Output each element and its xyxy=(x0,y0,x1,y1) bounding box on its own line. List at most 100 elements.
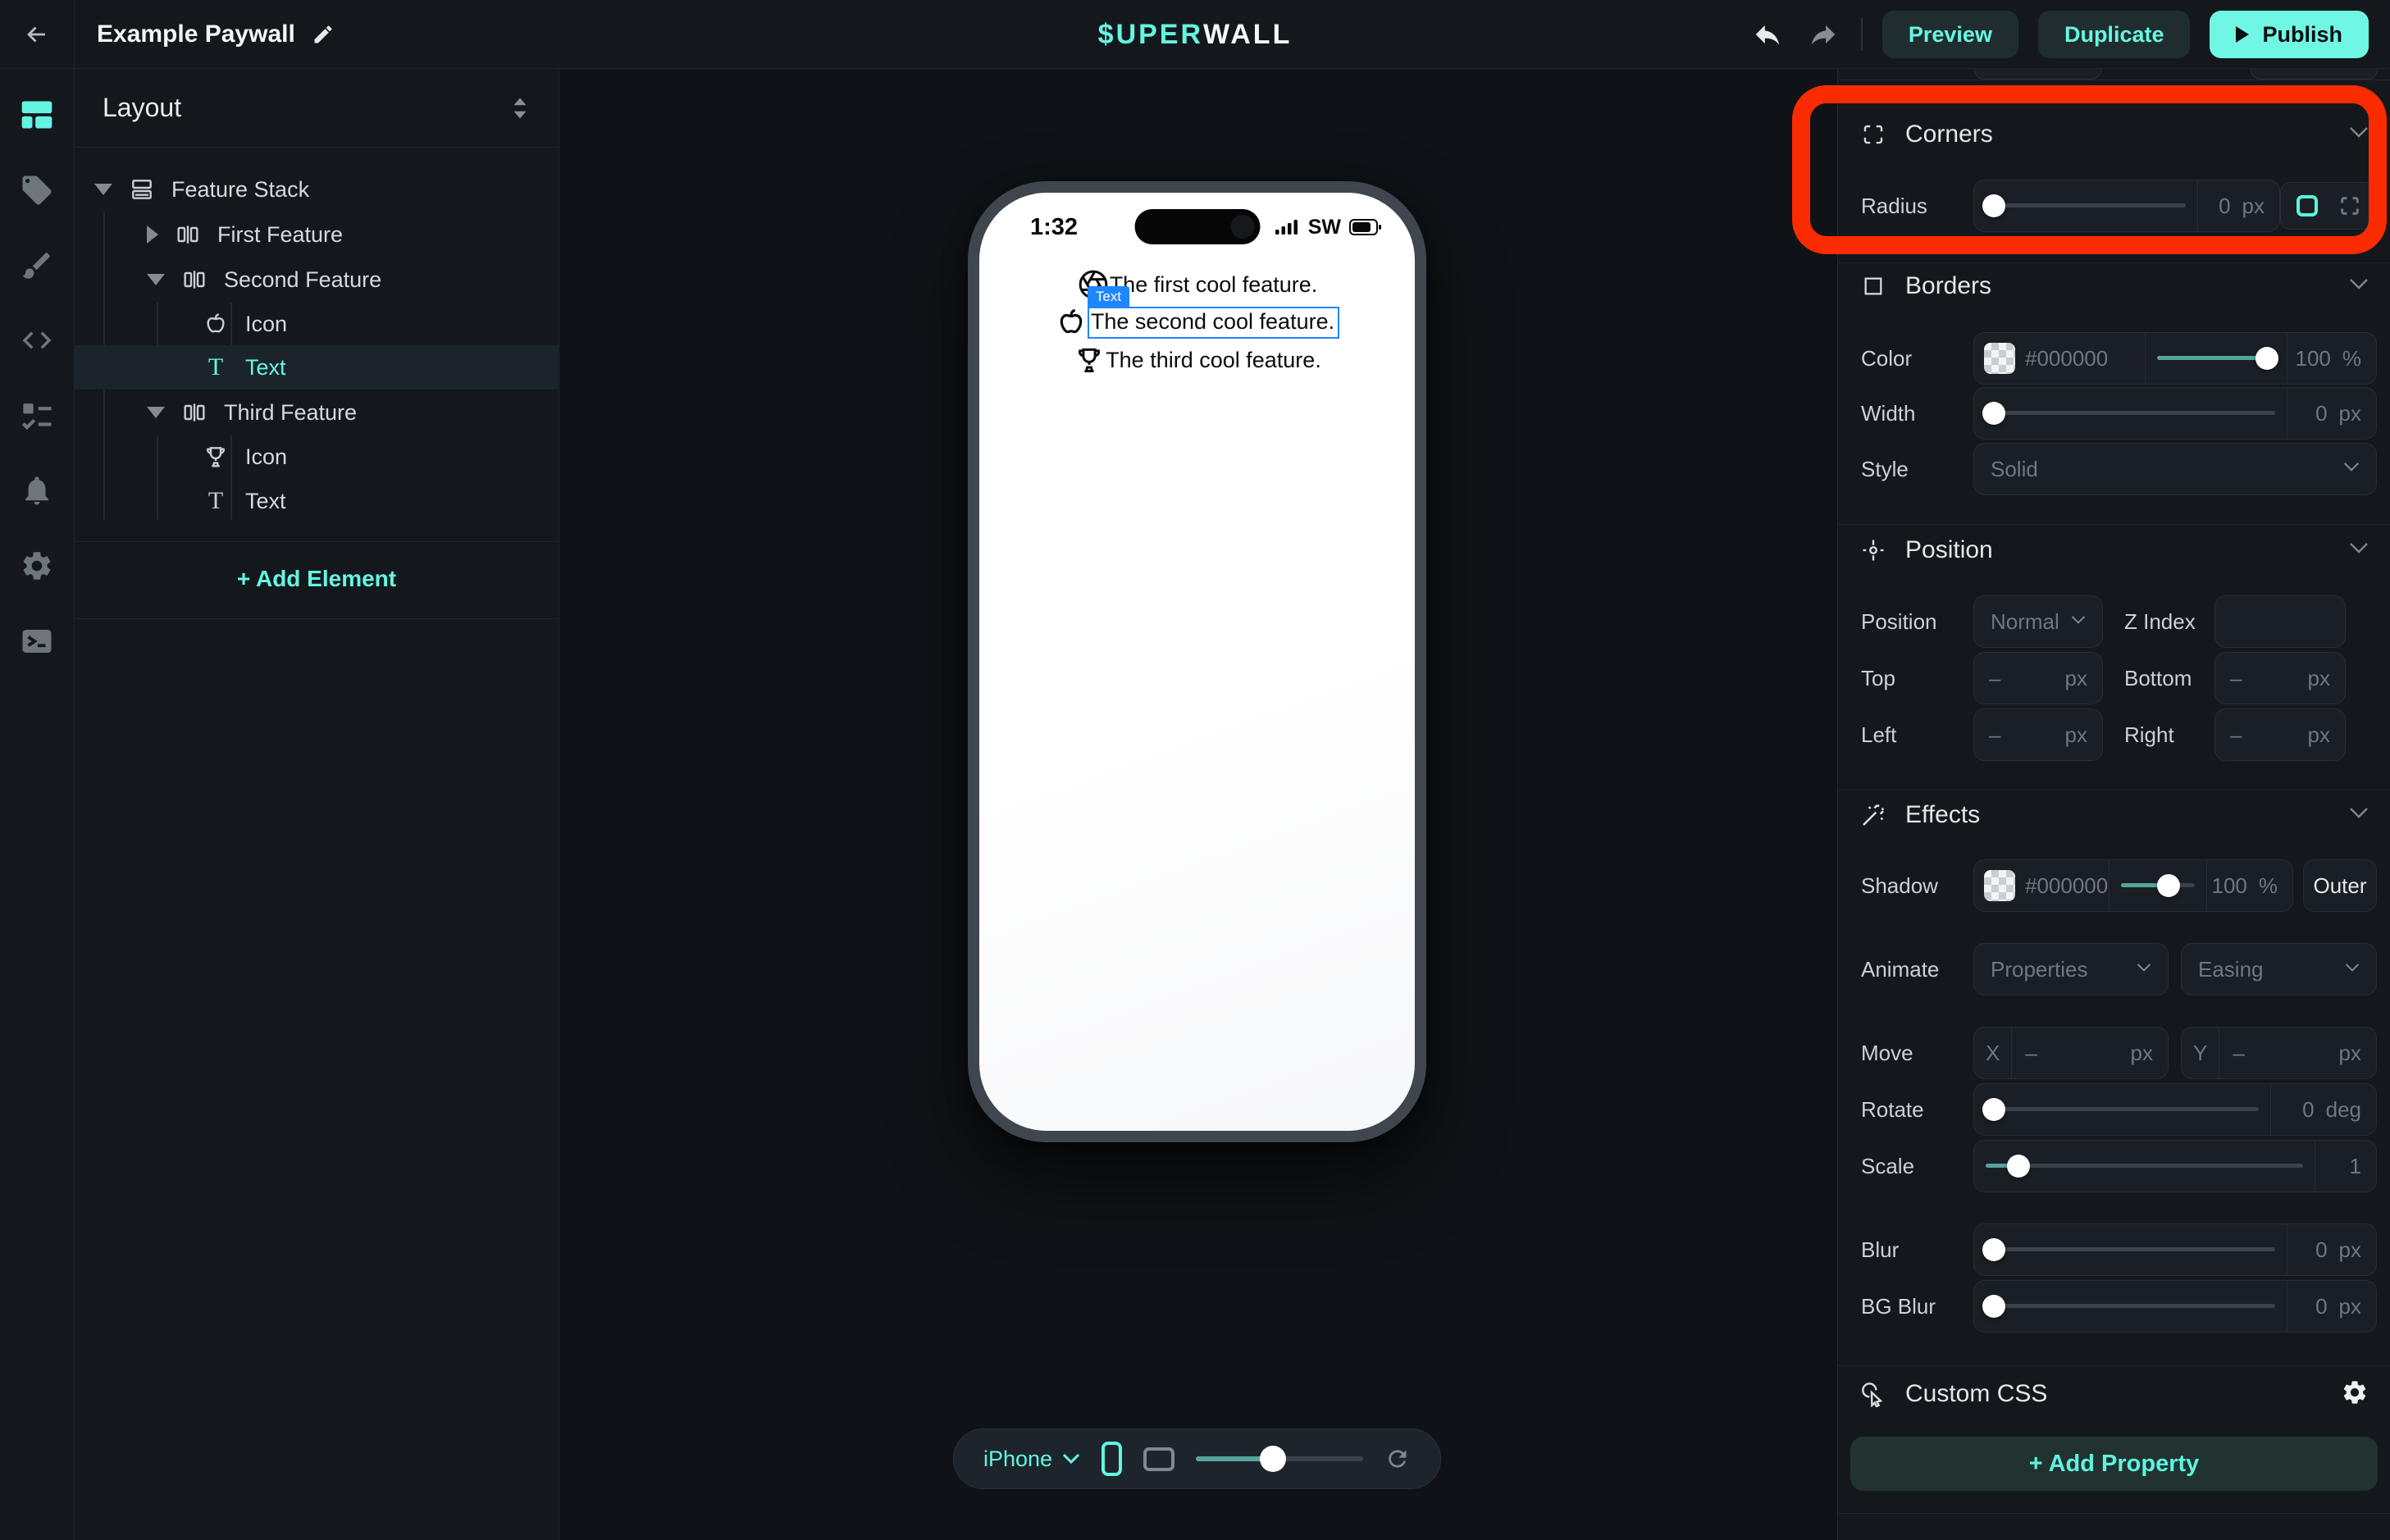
selection-badge: Text xyxy=(1088,286,1129,308)
preview-button[interactable]: Preview xyxy=(1882,11,2018,58)
add-element-button[interactable]: + Add Element xyxy=(75,557,559,601)
collapse-arrow-icon[interactable] xyxy=(94,184,112,195)
add-property-button[interactable]: + Add Property xyxy=(1850,1437,2378,1491)
color-swatch[interactable] xyxy=(1984,870,2015,901)
border-style-select[interactable]: Solid xyxy=(1973,443,2377,495)
theme-brush-icon[interactable] xyxy=(18,247,56,285)
border-opacity-slider[interactable] xyxy=(2146,333,2287,384)
move-x-input[interactable]: X – px xyxy=(1973,1027,2169,1079)
top-input[interactable]: –px xyxy=(1973,652,2103,704)
opacity-slider-knob[interactable] xyxy=(2255,347,2278,370)
corners-section-header[interactable]: Corners xyxy=(1838,115,2390,154)
shadow-opacity-slider[interactable] xyxy=(2109,860,2206,911)
bg-blur-slider-knob[interactable] xyxy=(1982,1295,2005,1318)
scale-slider[interactable] xyxy=(1974,1141,2315,1191)
border-width-value[interactable]: 0 xyxy=(2315,401,2327,426)
code-icon[interactable] xyxy=(18,321,56,359)
animate-properties-select[interactable]: Properties xyxy=(1973,943,2169,996)
landscape-orientation-button[interactable] xyxy=(1143,1447,1174,1471)
radius-slider-knob[interactable] xyxy=(1982,194,2005,217)
move-y-input[interactable]: Y – px xyxy=(2181,1027,2377,1079)
back-button[interactable] xyxy=(0,0,75,69)
undo-button[interactable] xyxy=(1749,16,1786,52)
blur-slider-knob[interactable] xyxy=(1982,1238,2005,1261)
scale-slider-knob[interactable] xyxy=(2007,1155,2030,1178)
zoom-slider-knob[interactable] xyxy=(1260,1446,1286,1472)
expand-arrow-icon[interactable] xyxy=(147,226,158,244)
blur-value[interactable]: 0 xyxy=(2315,1237,2327,1263)
tree-item-second-feature[interactable]: Second Feature xyxy=(75,257,559,302)
duplicate-button[interactable]: Duplicate xyxy=(2038,11,2191,58)
tree-item-third-icon[interactable]: Icon xyxy=(75,435,559,479)
bg-blur-slider[interactable] xyxy=(1974,1281,2287,1332)
scale-value[interactable]: 1 xyxy=(2350,1154,2361,1179)
section-divider xyxy=(1838,524,2390,525)
tree-item-feature-stack[interactable]: Feature Stack xyxy=(75,167,559,212)
layout-panel: Layout Feature Stack First Feature xyxy=(75,69,559,1540)
borders-section-header[interactable]: Borders xyxy=(1838,267,2390,306)
chevron-down-icon[interactable] xyxy=(2349,542,2369,558)
selected-text-element[interactable]: Text The second cool feature. xyxy=(1088,307,1339,339)
tree-item-third-text[interactable]: T Text xyxy=(75,479,559,523)
chevron-down-icon[interactable] xyxy=(2349,278,2369,294)
position-section-header[interactable]: Position xyxy=(1838,531,2390,570)
bg-blur-value[interactable]: 0 xyxy=(2315,1294,2327,1319)
rotate-slider[interactable] xyxy=(1974,1084,2270,1135)
notifications-bell-icon[interactable] xyxy=(18,472,56,509)
tree-item-second-text-selected[interactable]: T Text xyxy=(75,345,559,390)
width-slider-knob[interactable] xyxy=(1982,402,2005,425)
radius-value[interactable]: 0 xyxy=(2219,194,2230,219)
shadow-color-value[interactable]: #000000 xyxy=(2025,873,2109,899)
zindex-input[interactable] xyxy=(2214,595,2346,648)
per-corner-radius-icon[interactable] xyxy=(2332,188,2368,224)
redo-button[interactable] xyxy=(1805,16,1841,52)
chevron-down-icon[interactable] xyxy=(2349,126,2369,143)
settings-gear-icon[interactable] xyxy=(18,547,56,585)
collapse-arrow-icon[interactable] xyxy=(147,407,165,418)
css-settings-gear-icon[interactable] xyxy=(2341,1378,2369,1410)
portrait-orientation-button[interactable] xyxy=(1101,1442,1122,1476)
zoom-slider[interactable] xyxy=(1196,1442,1363,1475)
border-width-slider[interactable] xyxy=(1974,388,2287,439)
scale-control: 1 xyxy=(1973,1140,2377,1192)
tree-item-third-feature[interactable]: Third Feature xyxy=(75,390,559,435)
position-mode-select[interactable]: Normal xyxy=(1973,595,2103,648)
signal-icon xyxy=(1275,218,1300,236)
color-swatch[interactable] xyxy=(1984,343,2015,374)
radius-slider[interactable] xyxy=(1974,180,2197,231)
publish-button[interactable]: Publish xyxy=(2210,11,2369,58)
left-input[interactable]: –px xyxy=(1973,708,2103,761)
cutoff-control xyxy=(2251,69,2378,80)
border-opacity-value[interactable]: 100 xyxy=(2295,346,2330,371)
layout-tab-icon[interactable] xyxy=(18,96,56,134)
collapse-arrow-icon[interactable] xyxy=(147,274,165,285)
feature-row-second[interactable]: Text The second cool feature. xyxy=(1055,306,1339,339)
custom-css-section-header[interactable]: Custom CSS xyxy=(1838,1374,2390,1414)
chevron-down-icon[interactable] xyxy=(2349,807,2369,823)
sort-icon[interactable] xyxy=(509,96,531,121)
border-color-value[interactable]: #000000 xyxy=(2025,346,2145,371)
rotate-slider-knob[interactable] xyxy=(1982,1098,2005,1121)
blur-slider[interactable] xyxy=(1974,1224,2287,1275)
shadow-mode-button[interactable]: Outer xyxy=(2303,859,2377,912)
feature-row-third[interactable]: The third cool feature. xyxy=(1073,344,1321,376)
tree-item-second-icon[interactable]: Icon xyxy=(75,302,559,346)
feature-list: The first cool feature. Text The second … xyxy=(979,268,1415,376)
editor-canvas[interactable]: 1:32 SW The first cool feature. xyxy=(559,69,1837,1540)
animate-easing-select[interactable]: Easing xyxy=(2181,943,2377,996)
tree-item-first-feature[interactable]: First Feature xyxy=(75,212,559,257)
edit-pencil-icon[interactable] xyxy=(312,23,335,46)
shadow-slider-knob[interactable] xyxy=(2157,874,2180,897)
refresh-icon[interactable] xyxy=(1384,1444,1411,1474)
right-input[interactable]: –px xyxy=(2214,708,2346,761)
device-select[interactable]: iPhone xyxy=(983,1447,1080,1472)
shadow-opacity-value[interactable]: 100 xyxy=(2211,873,2246,899)
uniform-radius-icon[interactable] xyxy=(2289,188,2325,224)
products-tag-icon[interactable] xyxy=(18,171,56,209)
effects-section-header[interactable]: Effects xyxy=(1838,795,2390,835)
bottom-input[interactable]: –px xyxy=(2214,652,2346,704)
checklist-icon[interactable] xyxy=(18,397,56,435)
terminal-icon[interactable] xyxy=(18,622,56,660)
text-icon: T xyxy=(199,351,232,384)
rotate-value[interactable]: 0 xyxy=(2302,1097,2314,1123)
